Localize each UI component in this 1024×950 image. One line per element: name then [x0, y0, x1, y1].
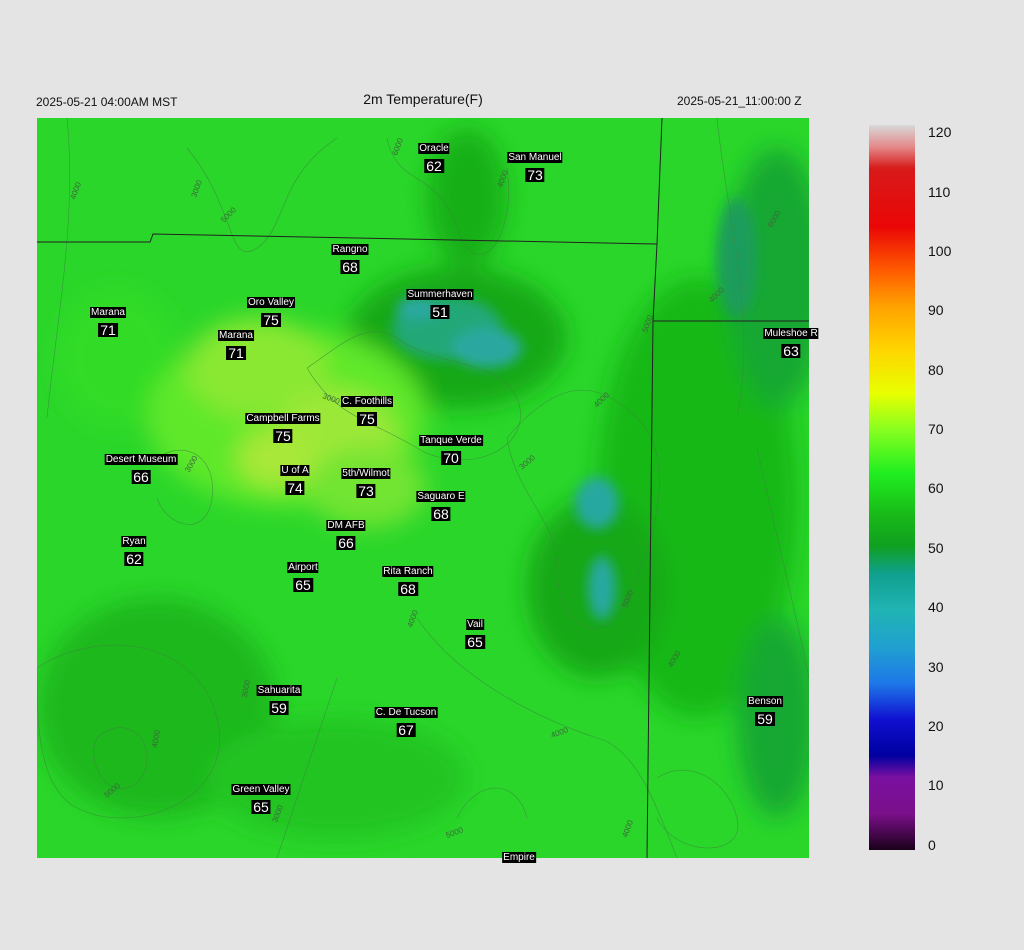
station-marker: Rita Ranch 68 [382, 561, 434, 599]
station-name: Muleshoe R [763, 328, 819, 339]
station-name: Empire [502, 852, 536, 863]
station-marker: Sahuarita 59 [256, 680, 302, 718]
station-marker: Empire [502, 847, 536, 865]
station-marker: Benson 59 [747, 691, 783, 729]
station-temperature: 74 [285, 480, 305, 496]
station-marker: C. Foothills 75 [340, 391, 394, 429]
station-name: Airport [287, 562, 319, 573]
station-temperature: 70 [441, 450, 461, 466]
station-temperature: 66 [131, 469, 151, 485]
station-temperature: 59 [269, 700, 289, 716]
station-marker: Summerhaven 51 [406, 284, 474, 322]
station-marker: Saguaro E 68 [416, 486, 466, 524]
station-temperature: 75 [261, 312, 281, 328]
station-marker: Green Valley 65 [231, 779, 291, 817]
station-name: DM AFB [326, 520, 366, 531]
station-temperature: 71 [226, 345, 246, 361]
colorbar-tick-label: 120 [928, 124, 952, 140]
temperature-colorbar [869, 125, 915, 850]
station-marker: DM AFB 66 [326, 515, 366, 553]
station-marker: Marana 71 [90, 302, 126, 340]
station-marker: C. De Tucson 67 [374, 702, 438, 740]
colorbar-tick-label: 20 [928, 718, 944, 734]
station-temperature: 59 [755, 711, 775, 727]
station-marker: Airport 65 [287, 557, 319, 595]
station-name: Marana [218, 330, 254, 341]
colorbar-tick-label: 70 [928, 421, 944, 437]
station-temperature: 68 [340, 259, 360, 275]
colorbar-tick-label: 40 [928, 599, 944, 615]
station-marker: Vail 65 [465, 614, 485, 652]
station-temperature: 73 [356, 483, 376, 499]
station-marker: Tanque Verde 70 [419, 430, 483, 468]
station-name: Ryan [121, 536, 147, 547]
station-temperature: 65 [251, 799, 271, 815]
station-marker: Marana 71 [218, 325, 254, 363]
colorbar-tick-label: 90 [928, 302, 944, 318]
station-name: Desert Museum [104, 454, 178, 465]
station-marker: 5th/Wilmot 73 [341, 463, 391, 501]
colorbar-tick-label: 30 [928, 659, 944, 675]
valid-time: 2025-05-21_11:00:00 Z [677, 94, 802, 108]
station-temperature: 62 [424, 158, 444, 174]
colorbar-tick-label: 110 [928, 184, 951, 200]
colorbar-tick-label: 0 [928, 837, 936, 853]
station-temperature: 73 [525, 167, 545, 183]
station-name: Oracle [418, 143, 450, 154]
station-temperature: 75 [273, 428, 293, 444]
station-temperature: 65 [293, 577, 313, 593]
station-marker: U of A 74 [280, 460, 310, 498]
station-temperature: 67 [396, 722, 416, 738]
station-temperature: 68 [398, 581, 418, 597]
station-marker: Oracle 62 [418, 138, 450, 176]
station-temperature: 65 [465, 634, 485, 650]
station-name: C. De Tucson [374, 707, 438, 718]
station-temperature: 62 [124, 551, 144, 567]
station-name: Summerhaven [406, 289, 474, 300]
station-name: Saguaro E [416, 491, 466, 502]
station-name: U of A [280, 465, 310, 476]
station-temperature: 75 [357, 411, 377, 427]
station-temperature: 51 [430, 304, 450, 320]
colorbar-tick-label: 60 [928, 480, 944, 496]
station-name: Oro Valley [247, 297, 295, 308]
station-name: Marana [90, 307, 126, 318]
colorbar-tick-label: 100 [928, 243, 952, 259]
station-marker: Campbell Farms 75 [245, 408, 321, 446]
station-name: Sahuarita [256, 685, 302, 696]
station-name: Green Valley [231, 784, 291, 795]
station-marker: Muleshoe R 63 [763, 323, 819, 361]
station-marker: Desert Museum 66 [104, 449, 178, 487]
station-temperature: 66 [336, 535, 356, 551]
station-temperature: 68 [431, 506, 451, 522]
station-temperature: 63 [781, 343, 801, 359]
station-name: Rangno [331, 244, 369, 255]
station-name: Tanque Verde [419, 435, 483, 446]
station-name: Campbell Farms [245, 413, 321, 424]
station-marker: Rangno 68 [331, 239, 369, 277]
station-name: Rita Ranch [382, 566, 434, 577]
station-marker: Ryan 62 [121, 531, 147, 569]
colorbar-tick-label: 50 [928, 540, 944, 556]
station-name: Benson [747, 696, 783, 707]
station-name: Vail [466, 619, 484, 630]
station-name: 5th/Wilmot [341, 468, 391, 479]
colorbar-tick-label: 10 [928, 777, 944, 793]
station-name: C. Foothills [340, 396, 394, 407]
station-temperature: 71 [98, 322, 118, 338]
station-name: San Manuel [507, 152, 563, 163]
colorbar-tick-label: 80 [928, 362, 944, 378]
station-marker: Oro Valley 75 [247, 292, 295, 330]
station-marker: San Manuel 73 [507, 147, 563, 185]
